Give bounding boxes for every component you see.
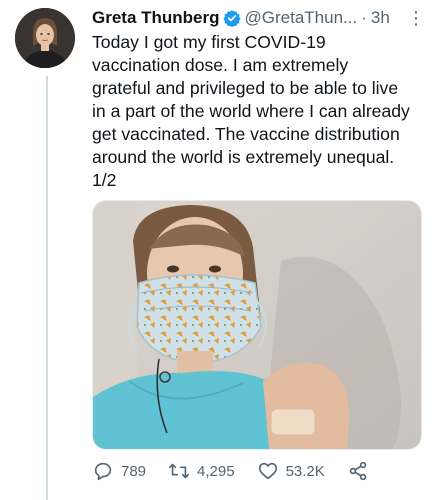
thread-line	[46, 76, 48, 500]
display-name[interactable]: Greta Thunberg	[92, 8, 220, 28]
heart-icon	[257, 460, 279, 482]
reply-button[interactable]: 789	[92, 460, 146, 482]
more-icon[interactable]: ⋮	[407, 8, 425, 29]
reply-count: 789	[121, 462, 147, 480]
tweet-photo[interactable]	[92, 200, 422, 450]
action-bar: 789 4,295 53.2K	[92, 458, 392, 484]
avatar[interactable]	[15, 8, 75, 68]
retweet-button[interactable]: 4,295	[168, 460, 235, 482]
verified-badge-icon	[222, 9, 241, 27]
reply-icon	[92, 460, 114, 482]
user-handle[interactable]: @GretaThun...	[245, 8, 358, 28]
tweet-timestamp[interactable]: 3h	[371, 8, 390, 28]
separator-dot: ·	[361, 8, 367, 27]
like-count: 53.2K	[285, 462, 325, 480]
share-button[interactable]	[347, 460, 369, 482]
tweet-header: Greta Thunberg @GretaThun... · 3h ⋮	[92, 6, 425, 30]
retweet-icon	[168, 460, 190, 482]
tweet-text: Today I got my first COVID-19 vaccinatio…	[92, 32, 410, 190]
like-button[interactable]: 53.2K	[257, 460, 325, 482]
share-icon	[347, 460, 369, 482]
retweet-count: 4,295	[197, 462, 235, 480]
